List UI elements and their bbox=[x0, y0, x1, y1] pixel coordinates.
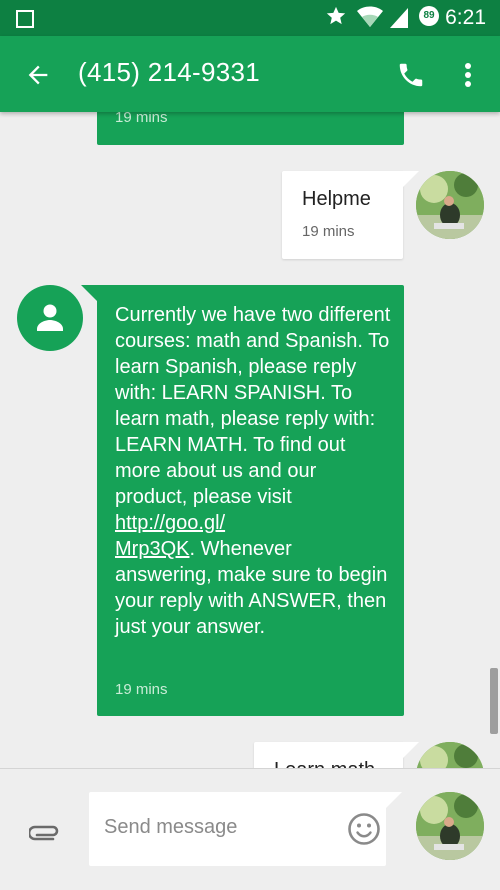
signal-icon bbox=[390, 8, 408, 28]
contact-avatar[interactable] bbox=[17, 285, 83, 351]
input-tail bbox=[386, 792, 402, 808]
clock: 6:21 bbox=[445, 6, 486, 29]
compose-bar: Send message bbox=[0, 768, 500, 890]
message-timestamp: 19 mins bbox=[302, 223, 355, 240]
message-input-placeholder: Send message bbox=[104, 816, 238, 838]
wifi-icon bbox=[357, 6, 383, 27]
user-avatar[interactable] bbox=[416, 742, 484, 768]
paperclip-icon[interactable] bbox=[29, 821, 61, 841]
message-text-part: Currently we have two different courses:… bbox=[115, 304, 391, 508]
star-icon bbox=[326, 6, 346, 25]
sender-avatar[interactable] bbox=[416, 792, 484, 860]
phone-icon[interactable] bbox=[396, 60, 426, 90]
status-bar: 89 6:21 bbox=[0, 0, 500, 36]
sender-photo bbox=[416, 792, 484, 860]
message-link-continued[interactable]: Mrp3QK bbox=[115, 538, 189, 560]
bubble-tail bbox=[403, 171, 419, 187]
message-text: Learn math bbox=[274, 757, 375, 768]
user-avatar[interactable] bbox=[416, 171, 484, 239]
message-bubble-incoming[interactable]: Currently we have two different courses:… bbox=[97, 285, 404, 716]
bubble-tail bbox=[81, 285, 97, 301]
scrollbar[interactable] bbox=[490, 668, 498, 734]
battery-icon: 89 bbox=[419, 6, 439, 26]
message-text: Helpme bbox=[302, 188, 371, 210]
message-timestamp: 19 mins bbox=[115, 681, 168, 698]
user-photo bbox=[416, 171, 484, 239]
emoji-icon[interactable] bbox=[347, 812, 381, 846]
message-bubble-outgoing[interactable]: Helpme 19 mins bbox=[282, 171, 403, 259]
back-arrow-icon[interactable] bbox=[24, 61, 52, 89]
message-input[interactable]: Send message bbox=[89, 792, 386, 866]
conversation-list[interactable]: 19 mins Helpme 19 mins Currently we have… bbox=[0, 112, 500, 768]
message-link[interactable]: http://goo.gl/ bbox=[115, 512, 225, 534]
person-icon bbox=[37, 304, 63, 331]
contact-title: (415) 214-9331 bbox=[78, 57, 260, 87]
bubble-tail bbox=[403, 742, 419, 758]
message-bubble-incoming[interactable]: 19 mins bbox=[97, 112, 404, 145]
message-timestamp: 19 mins bbox=[115, 112, 168, 126]
square-icon bbox=[16, 10, 34, 28]
message-bubble-outgoing[interactable]: Learn math bbox=[254, 742, 403, 768]
user-photo bbox=[416, 742, 484, 768]
more-vert-icon[interactable] bbox=[458, 60, 478, 90]
message-text: Currently we have two different courses:… bbox=[115, 302, 393, 640]
app-toolbar: (415) 214-9331 bbox=[0, 36, 500, 112]
